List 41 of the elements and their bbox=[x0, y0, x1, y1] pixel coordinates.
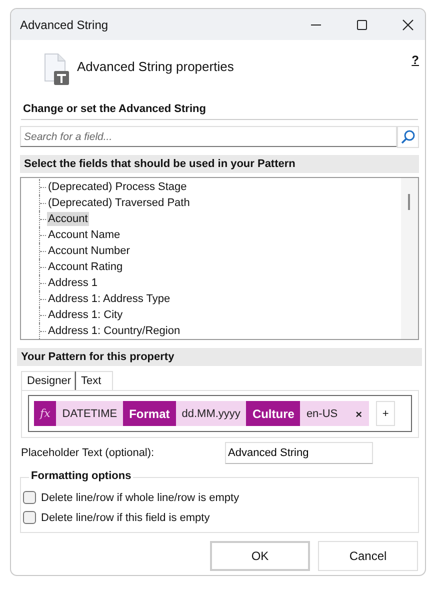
maximize-icon[interactable] bbox=[356, 18, 368, 30]
keyword-token: Format bbox=[123, 401, 176, 426]
tree-item[interactable]: Account Number bbox=[47, 244, 131, 258]
checkbox[interactable] bbox=[23, 511, 36, 524]
pattern-header: Your Pattern for this property bbox=[17, 348, 422, 366]
ok-button[interactable]: OK bbox=[210, 541, 310, 571]
checkbox[interactable] bbox=[23, 491, 36, 504]
value-token: en-US bbox=[300, 401, 344, 426]
tab[interactable]: Text bbox=[75, 371, 113, 390]
add-button[interactable]: + bbox=[376, 401, 396, 426]
function-token: fx bbox=[34, 401, 56, 426]
tree-item[interactable]: Address 1 bbox=[47, 276, 99, 290]
cancel-button[interactable]: Cancel bbox=[318, 541, 418, 571]
remove-button[interactable]: × bbox=[344, 401, 370, 426]
search-button[interactable] bbox=[397, 126, 419, 148]
value-token: dd.MM.yyyy bbox=[176, 401, 246, 426]
tree-item[interactable]: (Deprecated) Traversed Path bbox=[47, 196, 191, 210]
tree-item[interactable]: Address 1: Country/Region bbox=[47, 324, 182, 338]
tree-item[interactable]: Address 1: City bbox=[47, 308, 124, 322]
tree-item[interactable]: Account Rating bbox=[47, 260, 124, 274]
text-document-icon bbox=[43, 53, 71, 85]
fields-header: Select the fields that should be used in your Pattern bbox=[20, 155, 419, 173]
tree-item[interactable]: Address 1: Address Type bbox=[47, 292, 172, 306]
close-icon[interactable] bbox=[402, 18, 414, 30]
window-title: Advanced String bbox=[20, 18, 108, 32]
group-title: Formatting options bbox=[29, 470, 134, 482]
help-link[interactable]: ? bbox=[412, 53, 419, 67]
search-field[interactable]: Search for a field... bbox=[20, 126, 397, 147]
checkbox-label: Delete line/row if whole line/row is empty bbox=[41, 492, 240, 504]
placeholder-input[interactable]: Advanced String bbox=[225, 442, 373, 464]
tree-item[interactable]: (Deprecated) Process Stage bbox=[47, 180, 188, 194]
checkbox-label: Delete line/row if this field is empty bbox=[41, 512, 210, 524]
field-label: Placeholder Text (optional): bbox=[21, 447, 156, 459]
tree-item[interactable]: Account bbox=[47, 212, 89, 226]
keyword-token: Culture bbox=[246, 401, 300, 426]
dialog-heading: Advanced String properties bbox=[77, 59, 234, 74]
tree-item[interactable]: Account Name bbox=[47, 228, 122, 242]
section-title: Change or set the Advanced String bbox=[22, 102, 207, 117]
scrollbar[interactable] bbox=[401, 178, 418, 339]
tab[interactable]: Designer bbox=[21, 371, 75, 390]
value-token: DATETIME bbox=[56, 401, 124, 426]
